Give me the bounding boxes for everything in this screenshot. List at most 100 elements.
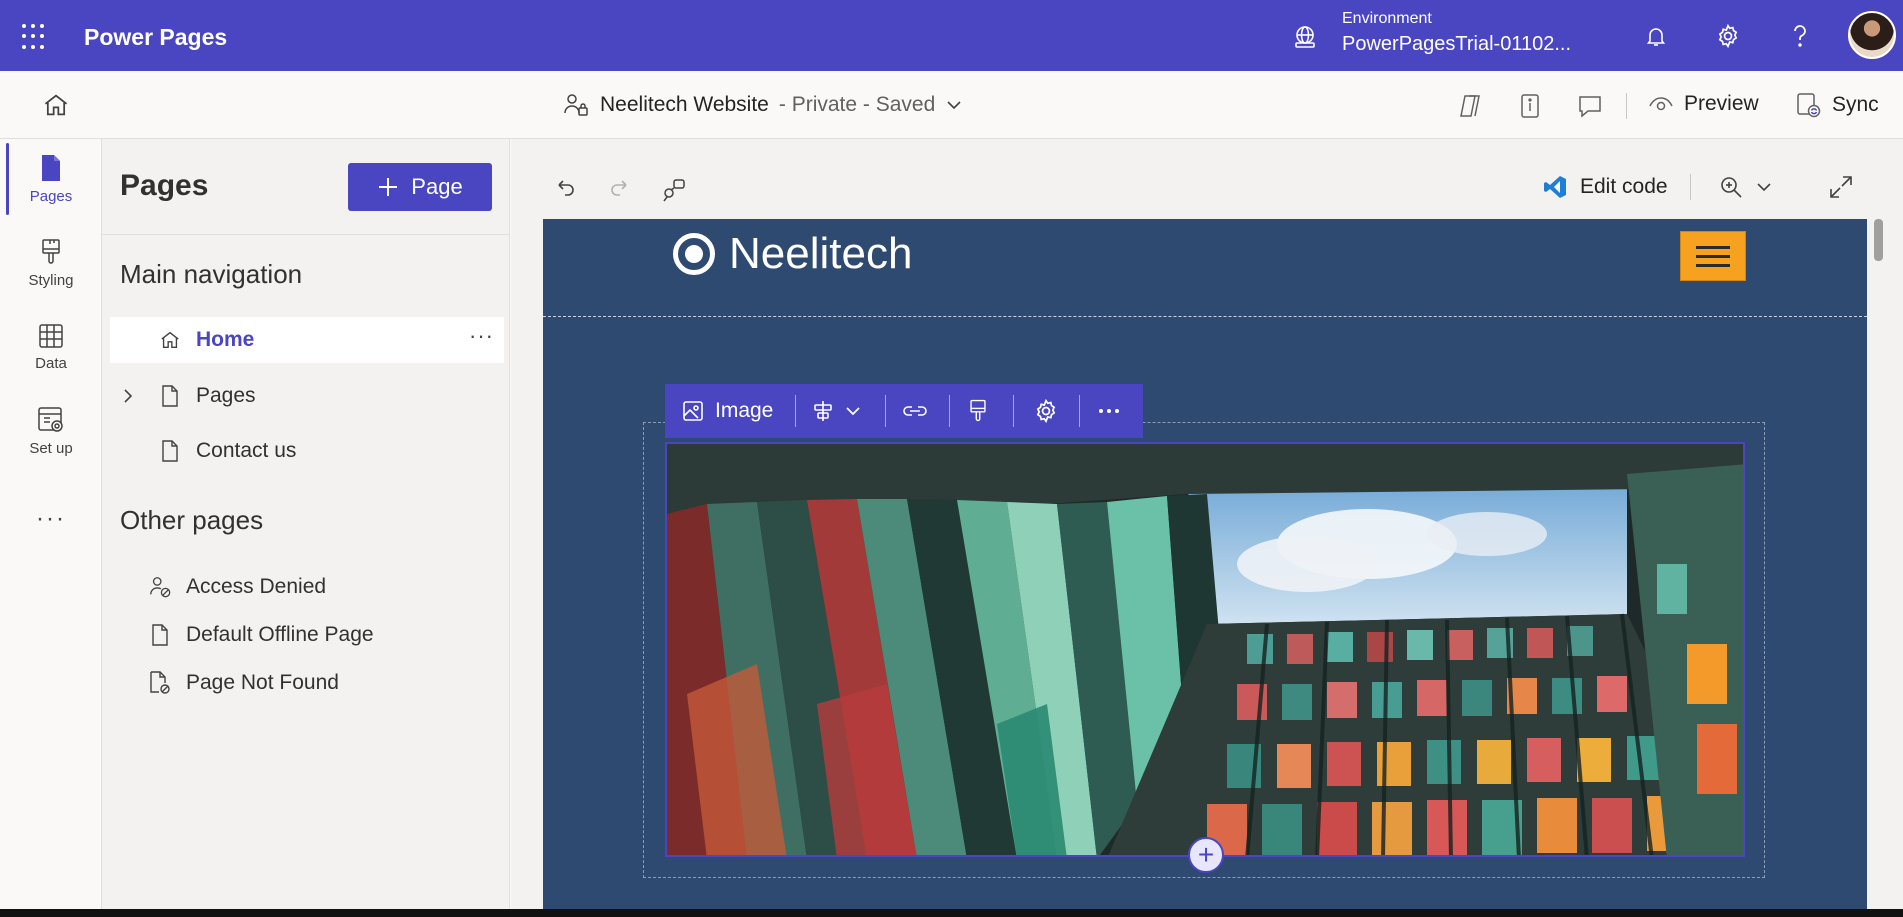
- home-icon: [158, 328, 182, 352]
- nav-item-label: Home: [196, 328, 255, 351]
- page-icon: [42, 155, 60, 181]
- canvas-view-toolbar: Edit code: [1528, 160, 1890, 216]
- image-type-button[interactable]: Image: [681, 384, 773, 438]
- link-icon[interactable]: [901, 384, 929, 438]
- nav-item-page-not-found[interactable]: Page Not Found: [110, 660, 504, 706]
- nav-item-home[interactable]: Home ···: [110, 317, 504, 363]
- app-title[interactable]: Power Pages: [84, 24, 227, 51]
- undo-icon[interactable]: [554, 176, 580, 202]
- other-pages-heading: Other pages: [120, 505, 264, 535]
- table-icon: [39, 324, 63, 348]
- sync-label: Sync: [1832, 93, 1879, 116]
- page-icon: [158, 384, 182, 408]
- site-toolbar: Neelitech Website - Private - Saved Prev…: [0, 71, 1903, 139]
- toolbar-divider: [949, 395, 950, 427]
- preview-button[interactable]: Preview: [1648, 91, 1759, 117]
- align-center-icon: [814, 401, 832, 421]
- nav-item-default-offline-page[interactable]: Default Offline Page: [110, 612, 504, 658]
- site-logo-text: Neelitech: [729, 229, 913, 278]
- copilot-icon[interactable]: [1455, 91, 1485, 121]
- selected-image[interactable]: [665, 442, 1745, 857]
- eye-icon: [1649, 97, 1673, 111]
- taskbar-edge: [0, 909, 1903, 917]
- rail-label: Data: [35, 355, 67, 372]
- chevron-down-icon: [947, 101, 961, 110]
- rail-item-setup[interactable]: Set up: [0, 393, 102, 469]
- site-people-lock-icon: [564, 94, 588, 116]
- toolbar-divider: [1626, 93, 1627, 119]
- site-header[interactable]: Neelitech: [543, 219, 1867, 317]
- environment-icon: [1292, 24, 1318, 50]
- main-navigation-heading: Main navigation: [120, 259, 303, 289]
- component-link-icon[interactable]: [660, 176, 686, 202]
- toolbar-divider: [1013, 395, 1014, 427]
- person-lock-icon: [148, 575, 172, 599]
- canvas-scrollbar[interactable]: [1870, 219, 1886, 909]
- rail-item-pages[interactable]: Pages: [0, 141, 102, 217]
- site-logo[interactable]: Neelitech: [673, 229, 912, 279]
- edit-code-label: Edit code: [1580, 175, 1668, 198]
- nav-item-contact-us[interactable]: Contact us: [110, 428, 504, 474]
- zoom-in-icon: [1721, 177, 1742, 198]
- nav-item-label: Access Denied: [186, 575, 327, 598]
- site-preview: Neelitech Image +: [543, 219, 1867, 909]
- rail-more-icon[interactable]: ···: [36, 505, 66, 533]
- environment-value[interactable]: PowerPagesTrial-01102...: [1342, 33, 1571, 56]
- sync-button[interactable]: Sync: [1794, 91, 1879, 119]
- page-search-icon: [148, 671, 172, 695]
- gear-icon[interactable]: [1714, 22, 1742, 50]
- comment-icon[interactable]: [1575, 91, 1605, 121]
- add-page-button[interactable]: Page: [348, 163, 492, 211]
- rail-label: Set up: [29, 440, 73, 457]
- building-photo: [667, 444, 1743, 855]
- edit-code-button[interactable]: Edit code: [1542, 174, 1668, 200]
- zoom-button[interactable]: [1718, 174, 1772, 200]
- top-bar: Power Pages Environment PowerPagesTrial-…: [0, 0, 1903, 71]
- site-selector[interactable]: Neelitech Website - Private - Saved: [562, 91, 963, 119]
- chevron-down-icon: [846, 407, 860, 416]
- preview-label: Preview: [1684, 92, 1759, 115]
- user-avatar[interactable]: [1848, 11, 1896, 59]
- info-panel-icon[interactable]: [1515, 91, 1545, 121]
- logo-mark-icon: [673, 233, 715, 275]
- toolbar-divider: [795, 395, 796, 427]
- nav-item-label: Default Offline Page: [186, 623, 374, 646]
- more-options-icon[interactable]: ···: [469, 323, 494, 349]
- hamburger-menu-icon[interactable]: [1680, 231, 1746, 281]
- paintbrush-icon[interactable]: [967, 384, 989, 438]
- settings-grid-icon: [38, 407, 63, 432]
- panel-title: Pages: [120, 169, 209, 202]
- nav-item-pages[interactable]: Pages: [110, 373, 504, 419]
- sync-icon: [1797, 93, 1821, 118]
- paintbrush-icon: [42, 239, 60, 264]
- alignment-button[interactable]: [811, 384, 861, 438]
- scrollbar-thumb[interactable]: [1874, 219, 1883, 261]
- rail-item-styling[interactable]: Styling: [0, 225, 102, 301]
- pages-panel: Pages Page Main navigation Home ··· Page…: [102, 139, 510, 917]
- environment-label: Environment: [1342, 10, 1432, 27]
- help-icon[interactable]: [1786, 22, 1814, 50]
- pages-panel-header: Pages Page: [102, 139, 510, 235]
- more-options-icon[interactable]: [1097, 384, 1121, 438]
- left-rail: Pages Styling Data Set up ···: [0, 139, 102, 917]
- toolbar-divider: [885, 395, 886, 427]
- gear-icon[interactable]: [1033, 384, 1059, 438]
- nav-item-label: Contact us: [196, 439, 297, 462]
- page-icon: [148, 623, 172, 647]
- site-status: - Private - Saved: [778, 93, 936, 116]
- app-launcher-icon[interactable]: [22, 24, 48, 50]
- chevron-right-icon[interactable]: [116, 384, 140, 408]
- image-toolbar-label: Image: [715, 399, 774, 422]
- nav-item-label: Pages: [196, 384, 256, 407]
- fullscreen-icon[interactable]: [1828, 174, 1854, 200]
- plus-icon: [379, 178, 398, 196]
- rail-item-data[interactable]: Data: [0, 309, 102, 385]
- nav-item-access-denied[interactable]: Access Denied: [110, 564, 504, 610]
- page-icon: [158, 439, 182, 463]
- redo-icon[interactable]: [607, 176, 633, 202]
- add-section-plus-icon[interactable]: +: [1188, 837, 1224, 873]
- home-icon[interactable]: [42, 91, 70, 119]
- image-icon: [683, 401, 703, 421]
- bell-icon[interactable]: [1642, 22, 1670, 50]
- nav-item-label: Page Not Found: [186, 671, 339, 694]
